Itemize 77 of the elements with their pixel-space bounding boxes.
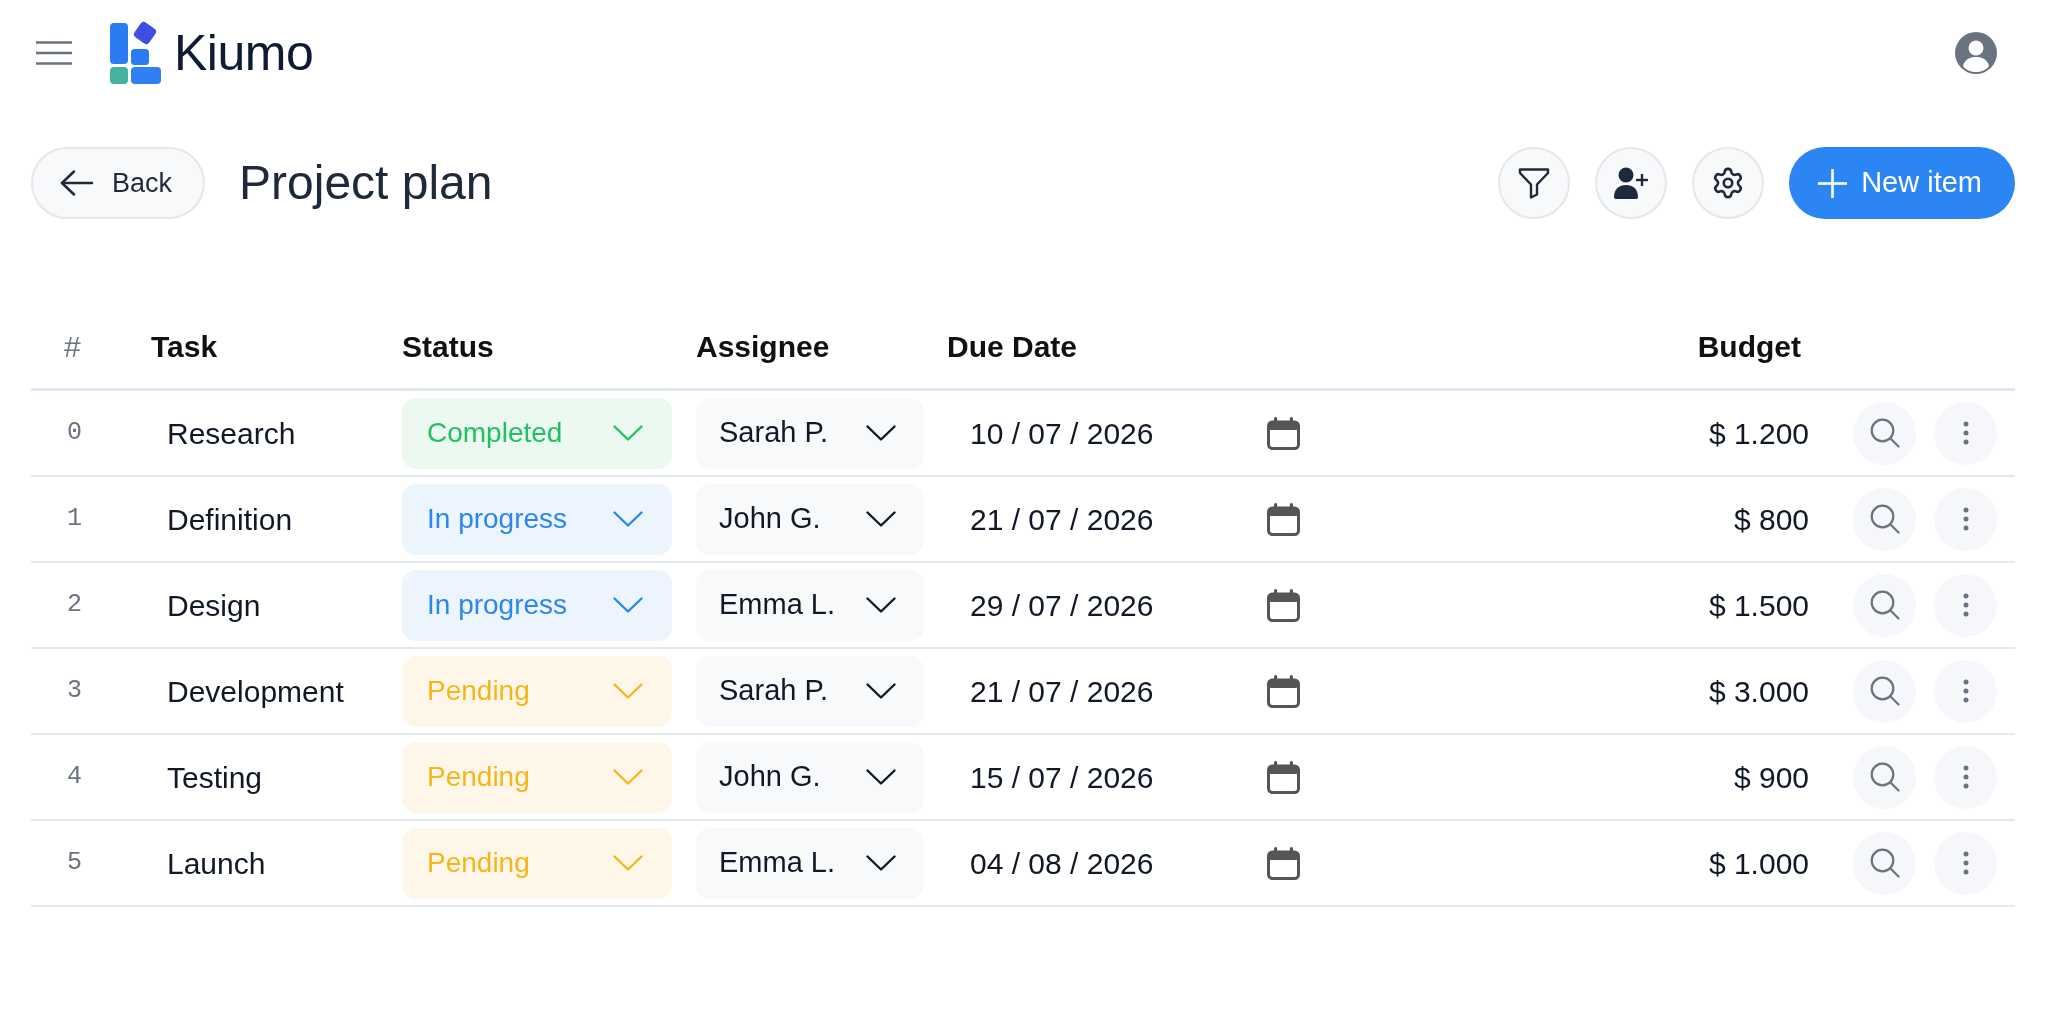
chevron-icon (613, 769, 643, 785)
date-field[interactable]: 21 / 07 / 2026 (947, 661, 1300, 721)
budget-amount: $ 3.000 (1708, 674, 1809, 708)
assignee-select[interactable]: John G. (696, 483, 924, 555)
plus-icon (1818, 168, 1848, 198)
chevron-icon (613, 511, 643, 527)
avatar-icon[interactable] (1955, 32, 1997, 74)
column-header: Due Date (947, 330, 1078, 363)
search-icon (1869, 676, 1900, 706)
row-number: 3 (67, 676, 82, 706)
chevron-icon (866, 683, 896, 699)
assignee-select[interactable]: John G. (696, 741, 924, 813)
budget-amount: $ 900 (1733, 760, 1809, 794)
task-name: Development (167, 674, 344, 708)
chevron-icon (613, 855, 643, 871)
date-field[interactable]: 21 / 07 / 2026 (947, 489, 1300, 549)
menu-icon[interactable] (36, 41, 72, 65)
calendar-icon[interactable] (1267, 846, 1300, 880)
more-icon (1962, 421, 1969, 445)
search-icon (1869, 504, 1900, 534)
filter-icon (1518, 167, 1551, 199)
date-field[interactable]: 15 / 07 / 2026 (947, 747, 1300, 807)
budget-amount: $ 800 (1733, 502, 1809, 536)
task-name: Testing (167, 760, 263, 794)
row-number: 4 (67, 762, 82, 792)
row-number: 2 (67, 590, 82, 620)
more-icon (1962, 851, 1969, 875)
chevron-icon (866, 511, 896, 527)
arrow-left-icon (60, 170, 94, 196)
row-number: 1 (67, 504, 82, 534)
chevron-icon (866, 769, 896, 785)
assignee-select[interactable]: Sarah P. (696, 397, 924, 469)
search-icon (1869, 418, 1900, 448)
new-item-button[interactable]: New item (1789, 147, 2015, 219)
calendar-icon[interactable] (1267, 760, 1300, 794)
chevron-icon (866, 597, 896, 613)
assignee-select[interactable]: Emma L. (696, 827, 924, 899)
calendar-icon[interactable] (1267, 674, 1300, 708)
column-header: Task (151, 330, 218, 363)
column-header: # (64, 330, 81, 363)
row-number: 0 (67, 418, 82, 448)
task-name: Design (167, 588, 261, 622)
date-field[interactable]: 04 / 08 / 2026 (947, 833, 1300, 893)
calendar-icon[interactable] (1267, 416, 1300, 450)
search-icon (1869, 590, 1900, 620)
page-title: Project plan (239, 159, 493, 207)
budget-amount: $ 1.000 (1708, 846, 1809, 880)
column-header: Budget (1697, 330, 1801, 363)
budget-amount: $ 1.500 (1708, 588, 1809, 622)
chevron-icon (613, 597, 643, 613)
more-icon (1962, 593, 1969, 617)
assignee-select[interactable]: Sarah P. (696, 655, 924, 727)
more-icon (1962, 765, 1969, 789)
chevron-icon (866, 425, 896, 441)
search-icon (1869, 762, 1900, 792)
logo-icon (110, 21, 161, 85)
budget-amount: $ 1.200 (1708, 416, 1809, 450)
task-name: Research (167, 416, 296, 450)
chevron-icon (866, 855, 896, 871)
logo-text: Kiumo (174, 28, 314, 78)
search-icon (1869, 848, 1900, 878)
back-button[interactable]: Back (31, 147, 206, 219)
date-field[interactable]: 10 / 07 / 2026 (947, 403, 1300, 463)
more-icon (1962, 679, 1969, 703)
assignee-select[interactable]: Emma L. (696, 569, 924, 641)
date-field[interactable]: 29 / 07 / 2026 (947, 575, 1300, 635)
user-plus-icon (1614, 167, 1649, 199)
calendar-icon[interactable] (1267, 502, 1300, 536)
task-name: Definition (167, 502, 293, 536)
task-name: Launch (167, 846, 266, 880)
column-header: Status (402, 330, 494, 363)
calendar-icon[interactable] (1267, 588, 1300, 622)
more-icon (1962, 507, 1969, 531)
chevron-icon (613, 425, 643, 441)
row-number: 5 (67, 848, 82, 878)
column-header: Assignee (696, 330, 830, 363)
chevron-icon (613, 683, 643, 699)
